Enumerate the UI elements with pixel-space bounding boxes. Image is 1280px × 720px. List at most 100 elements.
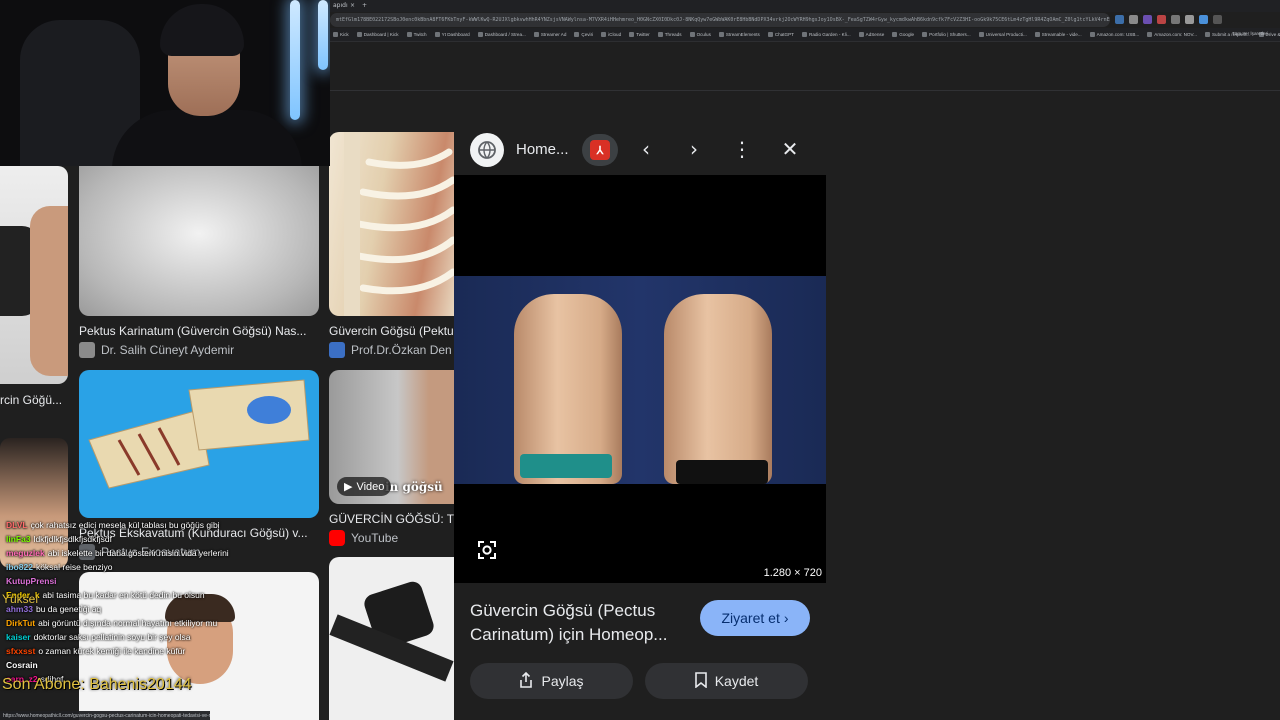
streamer-beanie [160,4,244,56]
bookmark-favicon-icon [333,32,338,37]
new-tab-icon[interactable]: + [362,2,367,12]
bookmark-label: Radio Garden - Kli... [809,32,851,37]
source-name: Dr. Salih Cüneyt Aydemir [101,343,235,357]
bookmark-favicon-icon [601,32,607,37]
all-bookmarks-link[interactable]: Tüm Yer İşaretleri [1232,31,1268,36]
youtube-icon [329,530,345,546]
bookmark-label: Çeviri [581,32,594,37]
bookmark-label: Dashboard / Strea... [484,32,526,37]
previous-icon[interactable]: ‹ [634,137,658,161]
bookmark-item[interactable]: Google [892,32,914,37]
close-tab-icon[interactable]: × [350,2,355,12]
bookmark-label: Twitch [413,32,427,37]
bookmark-item[interactable]: Amazon.com: NOV... [1147,32,1197,37]
bookmark-favicon-icon [718,32,724,37]
bookmark-item[interactable]: Twitch [406,32,427,37]
search-header [330,43,1280,91]
result-image-ribcage[interactable] [329,132,454,316]
bookmark-item[interactable]: Çeviri [574,32,593,37]
bookmark-item[interactable]: Universal Producti... [978,32,1027,37]
close-icon[interactable]: ✕ [778,137,802,161]
bookmark-label: Oculus [696,32,711,37]
result-caption[interactable]: rcin Göğü... [0,393,70,407]
result-caption[interactable]: GÜVERCİN GÖĞSÜ: T [329,512,454,526]
extension-icon[interactable] [1129,15,1138,24]
result-image-brace[interactable] [0,166,68,384]
result-image-person[interactable] [0,438,68,568]
light-tube [290,0,300,120]
bookmark-item[interactable]: Kick [333,32,349,37]
google-lens-icon[interactable] [476,539,498,561]
bookmark-item[interactable]: Streamable - vide... [1034,32,1082,37]
bookmark-item[interactable]: ChatGPT [767,32,794,37]
browser-tab[interactable]: apıdı [333,2,348,12]
extension-icon[interactable] [1143,15,1152,24]
pdf-button[interactable]: ⅄ [582,134,618,166]
viewer-page-title[interactable]: Güvercin Göğsü (Pectus Carinatum) için H… [470,599,698,647]
result-source[interactable]: YouTube [329,530,454,546]
result-image-boy[interactable] [79,572,319,720]
bookmark-item[interactable]: Streamer Ad [533,32,567,37]
light-tube [318,0,328,70]
bookmark-item[interactable]: Dashboard | Kick [356,32,399,37]
viewer-image-area[interactable]: 1.280 × 720 [454,175,826,583]
bookmark-item[interactable]: iCloud [601,32,621,37]
result-caption[interactable]: Güvercin Göğsü (Pektu [329,324,454,338]
bookmark-favicon-icon [434,32,440,37]
next-icon[interactable]: › [682,137,706,161]
bookmark-favicon-icon [1089,32,1095,37]
bookmark-item[interactable]: Amazon.com: USB... [1089,32,1140,37]
extension-icon[interactable] [1115,15,1124,24]
result-image-video[interactable]: in göğsü ▶ Video [329,370,454,504]
result-source[interactable]: Dr. Salih Cüneyt Aydemir [79,342,319,358]
save-button[interactable]: Kaydet [645,663,808,699]
bookmark-favicon-icon [533,32,539,37]
bookmark-item[interactable]: Dashboard / Strea... [477,32,526,37]
extension-icon[interactable] [1171,15,1180,24]
result-caption[interactable]: Pektus Karinatum (Güvercin Göğsü) Nas... [79,324,319,338]
result-source[interactable]: Prof.Dr.Özkan Den [329,342,454,358]
pdf-icon: ⅄ [590,140,610,160]
shorts-left [520,454,612,478]
bookmark-item[interactable]: Twitter [629,32,650,37]
address-bar[interactable]: mtEfGlm178BE022172SBoJ0enc0kBbnA8FT6FKbT… [330,13,1110,27]
bookmark-item[interactable]: AdSense [858,32,884,37]
more-options-icon[interactable]: ⋮ [730,137,754,161]
source-name: YouTube [351,531,399,545]
extension-icon[interactable] [1185,15,1194,24]
result-caption[interactable]: Pektus Ekskavatum (Kunduracı Göğsü) v... [79,526,319,540]
visit-button[interactable]: Ziyaret et › [700,600,810,636]
viewer-site-name[interactable]: Home... [516,141,569,158]
bookmark-favicon-icon [689,32,695,37]
menu-icon[interactable] [1213,15,1222,24]
bookmark-favicon-icon [657,32,663,37]
hair-shape [165,594,235,622]
profile-avatar[interactable] [1199,15,1208,24]
bookmark-favicon-icon [356,32,362,37]
extension-icon[interactable] [1157,15,1166,24]
webcam-overlay [0,0,330,166]
bookmark-item[interactable]: Threads [657,32,682,37]
bookmark-favicon-icon [629,32,635,37]
viewer-header: Home... ⅄ ‹ › ⋮ ✕ [454,123,826,175]
bookmark-label: Streamable - vide... [1041,32,1082,37]
result-source[interactable]: Pectus Excavatum [79,544,319,560]
bookmark-favicon-icon [406,32,412,37]
globe-icon[interactable] [470,133,504,167]
visit-button-label: Ziyaret et [721,610,780,626]
bookmark-item[interactable]: Oculus [689,32,711,37]
bookmark-icon [694,671,707,691]
bookmark-item[interactable]: Yt Dashboard [434,32,470,37]
arm-shape [30,206,68,376]
bookmark-label: Amazon.com: USB... [1096,32,1140,37]
bookmark-favicon-icon [477,32,483,37]
result-image-3d-ribcage[interactable] [79,370,319,518]
share-button[interactable]: Paylaş [470,663,633,699]
result-image-chest-bw[interactable] [79,166,319,316]
bookmark-item[interactable]: Radio Garden - Kli... [802,32,851,37]
bookmark-label: Streamer Ad [540,32,567,37]
bookmark-item[interactable]: StreamElements [718,32,760,37]
bookmark-item[interactable]: Portfolio | Shutters... [922,32,971,37]
save-button-label: Kaydet [714,673,759,689]
result-image-brace-product[interactable] [329,557,454,720]
